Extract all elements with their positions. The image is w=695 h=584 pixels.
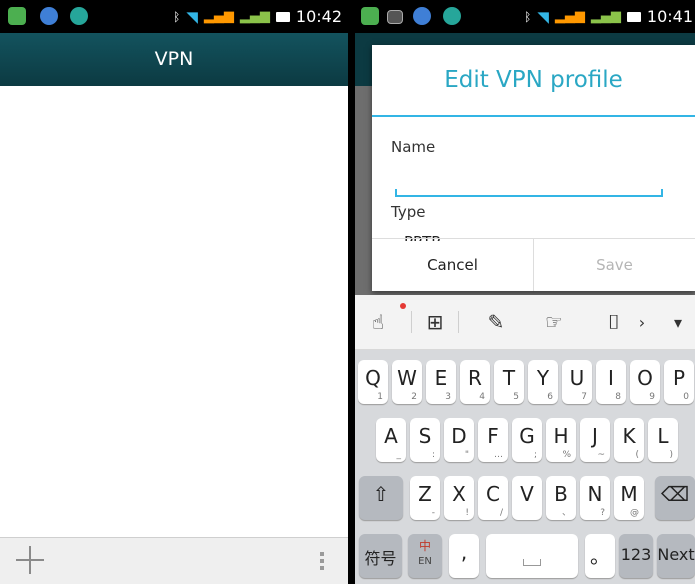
key-l[interactable]: L): [648, 418, 678, 462]
key-b[interactable]: B、: [546, 476, 576, 520]
key-n[interactable]: N?: [580, 476, 610, 520]
gesture-hand-icon[interactable]: ☝: [365, 309, 391, 335]
backspace-key[interactable]: ⌫: [655, 476, 695, 520]
bluetooth-icon: ᛒ: [524, 9, 532, 24]
notification-app-icon: [8, 7, 26, 25]
save-button[interactable]: Save: [534, 239, 695, 291]
notification-dot: [400, 303, 406, 309]
numbers-key[interactable]: 123: [619, 534, 653, 578]
key-o[interactable]: O9: [630, 360, 660, 404]
key-s[interactable]: S:: [410, 418, 440, 462]
add-icon[interactable]: [16, 546, 44, 574]
wifi-icon: ◥: [537, 7, 549, 26]
spacebar[interactable]: [486, 534, 578, 578]
dialog-title: Edit VPN profile: [372, 45, 695, 117]
status-bar: ᛒ ◥ ▂▄▆ ▂▄▆ 10:42: [0, 0, 348, 33]
notification-app-icon: [443, 7, 461, 25]
keyboard-toolbar: ☝ ⊞ ✎ ☞ ⌷ › ▾: [355, 295, 695, 350]
edit-vpn-dialog: Edit VPN profile Name Type PPTP Cancel S…: [372, 45, 695, 291]
key-i[interactable]: I8: [596, 360, 626, 404]
page-title: VPN: [0, 33, 348, 86]
edit-note-icon[interactable]: ✎: [483, 309, 509, 335]
notification-app-icon: [70, 7, 88, 25]
signal-icon: ▂▄▆: [203, 9, 234, 24]
clipboard-icon[interactable]: ⌷: [601, 309, 627, 335]
key-c[interactable]: C /: [478, 476, 508, 520]
shift-key[interactable]: ⇧: [359, 476, 403, 520]
key-g[interactable]: G;: [512, 418, 542, 462]
key-h[interactable]: H%: [546, 418, 576, 462]
cancel-button[interactable]: Cancel: [372, 239, 534, 291]
key-q[interactable]: Q1: [358, 360, 388, 404]
edit-vpn-screen: ᛒ ◥ ▂▄▆ ▂▄▆ 10:41 Edit VPN profile Name …: [355, 0, 695, 584]
key-w[interactable]: W2: [392, 360, 422, 404]
key-u[interactable]: U7: [562, 360, 592, 404]
name-input[interactable]: [395, 185, 663, 197]
shift-icon: ⇧: [372, 482, 390, 506]
key-p[interactable]: P0: [664, 360, 694, 404]
key-e[interactable]: E3: [426, 360, 456, 404]
notification-app-icon: [40, 7, 58, 25]
overflow-menu-icon[interactable]: [320, 552, 324, 572]
battery-icon: [275, 11, 290, 22]
chevron-down-icon[interactable]: ▾: [665, 309, 691, 335]
vpn-settings-screen: ᛒ ◥ ▂▄▆ ▂▄▆ 10:42 VPN: [0, 0, 348, 584]
key-a[interactable]: A _: [376, 418, 406, 462]
key-z[interactable]: Z-: [410, 476, 440, 520]
language-switch-key[interactable]: 中 EN: [408, 534, 442, 578]
screen-icon: [387, 10, 403, 24]
status-bar: ᛒ ◥ ▂▄▆ ▂▄▆ 10:41: [355, 0, 695, 33]
grid-keyboard-icon[interactable]: ⊞: [419, 309, 451, 335]
key-r[interactable]: R4: [460, 360, 490, 404]
name-label: Name: [391, 138, 436, 156]
status-time: 10:41: [646, 7, 693, 26]
key-f[interactable]: F…: [478, 418, 508, 462]
chevron-right-icon[interactable]: ›: [634, 309, 650, 335]
key-j[interactable]: J ~: [580, 418, 610, 462]
battery-icon: [626, 11, 641, 22]
wifi-icon: ◥: [186, 7, 198, 26]
key-x[interactable]: X!: [444, 476, 474, 520]
touch-hand-icon[interactable]: ☞: [541, 309, 567, 335]
bottom-action-bar: [0, 537, 348, 584]
backspace-icon: ⌫: [660, 482, 690, 506]
key-k[interactable]: K(: [614, 418, 644, 462]
symbols-key[interactable]: 符号: [359, 534, 402, 578]
signal-icon: ▂▄▆: [554, 9, 585, 24]
key-y[interactable]: Y6: [528, 360, 558, 404]
status-time: 10:42: [295, 7, 342, 26]
next-key[interactable]: Next: [657, 534, 695, 578]
key-m[interactable]: M @: [614, 476, 644, 520]
soft-keyboard: 符号 中 EN , 。 123 Next ⇧ ⌫ Q1W2E3R4T5Y6U7I…: [355, 350, 695, 584]
comma-key[interactable]: ,: [449, 534, 479, 578]
period-key[interactable]: 。: [585, 534, 615, 578]
key-t[interactable]: T5: [494, 360, 524, 404]
key-d[interactable]: D ": [444, 418, 474, 462]
signal-icon: ▂▄▆: [239, 9, 270, 24]
bluetooth-icon: ᛒ: [173, 9, 181, 24]
signal-icon: ▂▄▆: [590, 9, 621, 24]
notification-app-icon: [361, 7, 379, 25]
notification-app-icon: [413, 7, 431, 25]
type-label: Type: [391, 203, 426, 221]
key-v[interactable]: V: [512, 476, 542, 520]
